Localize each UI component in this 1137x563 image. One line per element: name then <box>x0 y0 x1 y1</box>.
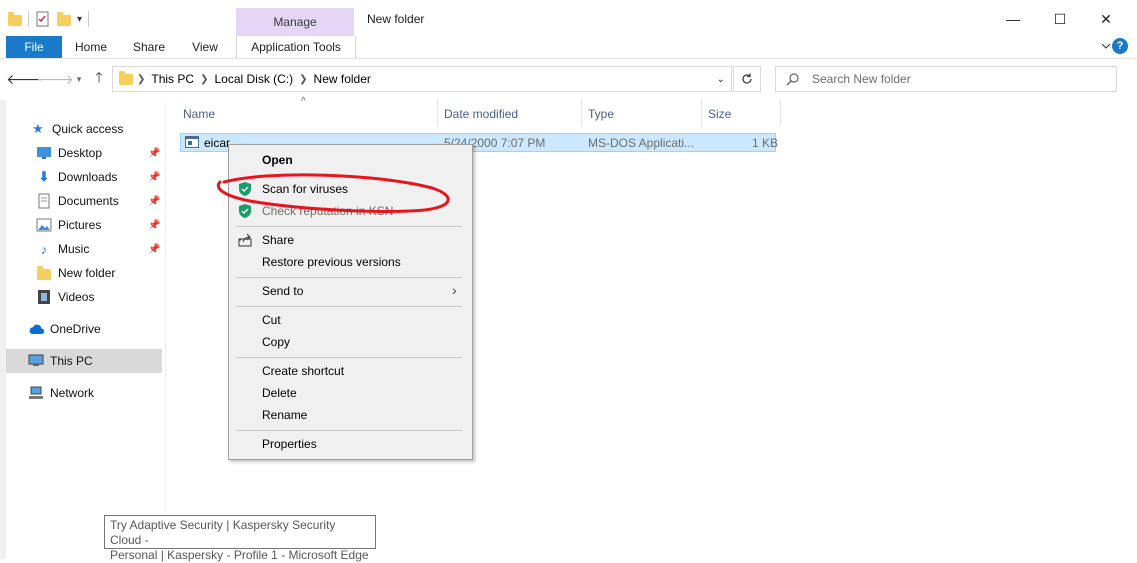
refresh-icon <box>742 73 752 84</box>
tooltip-line: Personal | Kaspersky - Profile 1 - Micro… <box>110 548 369 562</box>
menu-item-send-to[interactable]: Send to <box>262 281 303 301</box>
new-folder-icon[interactable] <box>57 12 71 26</box>
column-header-type[interactable]: Type <box>588 103 614 125</box>
sidebar-item-music[interactable]: ♪ Music 📌 <box>36 238 198 260</box>
menu-separator <box>236 430 462 431</box>
pictures-icon <box>36 217 52 233</box>
properties-icon[interactable] <box>35 11 51 27</box>
chevron-right-icon: › <box>452 282 457 298</box>
tooltip-line: Try Adaptive Security | Kaspersky Securi… <box>110 518 336 547</box>
tab-home[interactable]: Home <box>68 36 114 58</box>
divider <box>88 11 90 27</box>
address-dropdown-icon[interactable]: ⌄ <box>717 74 725 85</box>
pin-icon[interactable]: 📌 <box>148 196 160 207</box>
back-button[interactable]: 🡐 <box>6 66 44 92</box>
refresh-button[interactable] <box>733 66 761 92</box>
menu-separator <box>236 226 462 227</box>
breadcrumb-separator[interactable]: ❯ <box>200 74 208 85</box>
sidebar-item-desktop[interactable]: Desktop 📌 <box>36 142 198 164</box>
column-header-size[interactable]: Size <box>708 103 731 125</box>
menu-item-cut[interactable]: Cut <box>262 310 281 330</box>
pin-icon[interactable]: 📌 <box>148 244 160 255</box>
file-size: 1 KB <box>752 135 779 150</box>
sidebar-item-downloads[interactable]: ⬇ Downloads 📌 <box>36 166 198 188</box>
music-note-icon: ♪ <box>40 241 48 257</box>
menu-separator <box>236 357 462 358</box>
menu-item-create-shortcut[interactable]: Create shortcut <box>262 361 344 381</box>
breadcrumb-separator[interactable]: ❯ <box>299 74 307 85</box>
help-icon[interactable]: ? <box>1112 38 1128 54</box>
breadcrumb-local-disk[interactable]: Local Disk (C:) <box>214 72 293 86</box>
sidebar-item-videos[interactable]: Videos <box>36 286 198 308</box>
column-divider[interactable] <box>581 100 582 126</box>
tooltip: Try Adaptive Security | Kaspersky Securi… <box>104 515 376 562</box>
menu-item-restore-previous-versions[interactable]: Restore previous versions <box>262 252 401 272</box>
maximize-button[interactable]: ☐ <box>1037 8 1083 30</box>
breadcrumb-this-pc[interactable]: This PC <box>151 72 194 86</box>
share-icon <box>237 232 253 248</box>
computer-icon <box>28 353 44 369</box>
recent-locations-icon[interactable]: ▾ <box>68 66 90 92</box>
breadcrumb-separator[interactable]: ❯ <box>137 74 145 85</box>
red-annotation-ellipse <box>217 173 450 213</box>
title-bar <box>0 0 1137 36</box>
pin-icon[interactable]: 📌 <box>148 172 160 183</box>
up-button[interactable]: 🡑 <box>88 66 110 92</box>
column-divider[interactable] <box>780 100 781 126</box>
pin-icon[interactable]: 📌 <box>148 220 160 231</box>
search-input[interactable]: Search New folder <box>775 66 1117 92</box>
manage-tab[interactable]: Manage <box>236 8 354 36</box>
sidebar-item-documents[interactable]: Documents 📌 <box>36 190 198 212</box>
tab-application-tools[interactable]: Application Tools <box>236 36 356 58</box>
pin-icon[interactable]: 📌 <box>148 148 160 159</box>
column-header-date-modified[interactable]: Date modified <box>444 103 518 125</box>
forward-button[interactable]: 🡒 <box>36 66 74 92</box>
star-icon: ★ <box>32 121 44 136</box>
minimize-button[interactable]: — <box>990 8 1036 30</box>
pane-divider[interactable] <box>165 100 166 559</box>
desktop-icon <box>36 145 52 161</box>
sidebar-item-quick-access[interactable]: ★ Quick access <box>30 118 192 140</box>
menu-separator <box>236 306 462 307</box>
column-divider[interactable] <box>437 100 438 126</box>
column-divider[interactable] <box>701 100 702 126</box>
menu-item-open[interactable]: Open <box>262 150 293 170</box>
left-edge <box>0 100 6 559</box>
sort-up-icon: ^ <box>301 96 306 107</box>
tab-share[interactable]: Share <box>126 36 172 58</box>
download-arrow-icon: ⬇ <box>38 169 50 184</box>
videos-icon <box>36 289 52 305</box>
window-title: New folder <box>367 12 425 26</box>
documents-icon <box>36 193 52 209</box>
search-placeholder: Search New folder <box>812 72 911 86</box>
customize-dropdown-icon[interactable]: ▾ <box>77 14 82 25</box>
folder-icon <box>119 70 133 85</box>
divider <box>28 11 29 27</box>
menu-item-copy[interactable]: Copy <box>262 332 290 352</box>
menu-item-share[interactable]: Share <box>262 230 294 250</box>
close-button[interactable]: ✕ <box>1083 8 1129 30</box>
tab-view[interactable]: View <box>182 36 228 58</box>
folder-icon[interactable] <box>8 12 22 26</box>
network-icon <box>28 385 44 401</box>
file-name[interactable]: eicar <box>204 133 230 152</box>
cloud-icon <box>28 321 44 337</box>
folder-icon <box>36 265 52 281</box>
menu-item-delete[interactable]: Delete <box>262 383 297 403</box>
quick-access-toolbar: ▾ <box>8 8 90 30</box>
search-icon <box>786 73 799 86</box>
address-bar[interactable]: ❯ This PC ❯ Local Disk (C:) ❯ New folder… <box>112 66 732 92</box>
breadcrumb-new-folder[interactable]: New folder <box>314 72 371 86</box>
menu-item-properties[interactable]: Properties <box>262 434 317 454</box>
menu-separator <box>236 277 462 278</box>
application-icon <box>185 136 199 148</box>
file-type: MS-DOS Applicati... <box>588 135 695 150</box>
tab-file[interactable]: File <box>6 36 62 58</box>
column-header-name[interactable]: Name <box>183 103 215 125</box>
sidebar-item-new-folder[interactable]: New folder <box>36 262 198 284</box>
sidebar-item-pictures[interactable]: Pictures 📌 <box>36 214 198 236</box>
menu-item-rename[interactable]: Rename <box>262 405 307 425</box>
